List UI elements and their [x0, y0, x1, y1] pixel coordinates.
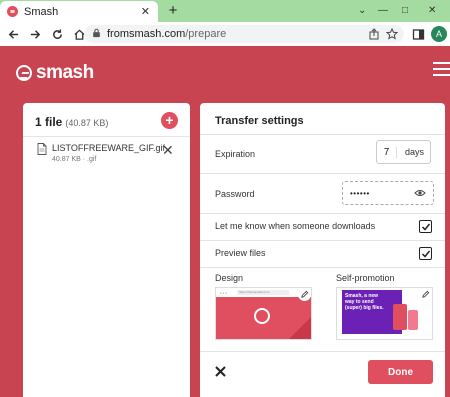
files-panel: 1 file (40.87 KB) + LISTOFFREEWARE_GIF.gi… [23, 103, 190, 397]
mini-dots: ● ● ● [220, 291, 228, 295]
design-corner [289, 317, 311, 339]
maximize-icon[interactable]: □ [402, 5, 408, 16]
forward-icon [30, 29, 40, 39]
file-name: LISTOFFREEWARE_GIF.gif [52, 143, 166, 153]
promo-phone-small [408, 310, 418, 330]
divider [200, 134, 445, 135]
lock-icon[interactable] [92, 25, 101, 43]
hamburger-icon[interactable] [433, 62, 450, 76]
check-icon [421, 250, 430, 258]
url-domain: fromsmash.com [107, 28, 186, 40]
new-tab-button[interactable]: + [164, 2, 182, 20]
divider [200, 267, 445, 268]
smash-favicon-icon [7, 6, 18, 17]
list-item: LISTOFFREEWARE_GIF.gif 40.87 KB · .gif ✕ [37, 143, 182, 169]
promo-label: Self-promotion [336, 273, 395, 283]
password-value[interactable]: •••••• [350, 189, 414, 198]
reload-icon [52, 28, 62, 39]
add-file-button[interactable]: + [161, 112, 178, 129]
tab-title: Smash [24, 5, 59, 18]
file-icon [37, 143, 47, 155]
address-bar[interactable]: fromsmash.com/prepare [84, 25, 404, 43]
edit-design-icon[interactable] [298, 288, 311, 301]
divider [200, 240, 445, 241]
files-count: 1 file [35, 115, 63, 129]
sidebar-icon[interactable] [412, 28, 425, 41]
edit-promo-icon[interactable] [419, 288, 432, 301]
smash-logo[interactable]: smash [16, 62, 94, 84]
smash-logo-icon [16, 65, 32, 81]
password-field[interactable]: •••••• [342, 181, 434, 205]
expiration-label: Expiration [215, 149, 256, 159]
browser-tab[interactable]: Smash ✕ [0, 1, 158, 22]
logo-text: smash [36, 62, 94, 83]
divider [200, 173, 445, 174]
eye-icon[interactable] [414, 189, 426, 197]
url-path: /prepare [185, 28, 227, 40]
expiration-value[interactable]: 7 [377, 146, 397, 158]
files-total-size: (40.87 KB) [65, 118, 109, 128]
preview-checkbox[interactable] [419, 247, 432, 260]
window-close-icon[interactable]: ✕ [428, 5, 436, 16]
back-icon [8, 29, 18, 39]
minimize-icon[interactable]: — [378, 5, 388, 16]
tab-search-icon[interactable]: ⌄ [358, 5, 366, 16]
star-icon[interactable] [386, 28, 398, 40]
design-logo-icon [254, 308, 270, 324]
share-icon[interactable] [368, 28, 380, 40]
tab-close-icon[interactable]: ✕ [141, 5, 150, 18]
files-divider [23, 136, 190, 137]
password-label: Password [215, 189, 255, 199]
url-text: fromsmash.com/prepare [107, 28, 226, 40]
transfer-settings-panel: Transfer settings Expiration 7 days Pass… [200, 103, 445, 397]
notify-label: Let me know when someone downloads [215, 221, 376, 231]
design-mini-bar: ● ● ● https://fromsmash.com [216, 288, 311, 297]
divider [200, 213, 445, 214]
promo-text: Smash, a new way to send (super) big fil… [345, 293, 384, 311]
close-icon[interactable] [214, 365, 227, 378]
reload-button[interactable] [48, 25, 66, 43]
preview-label: Preview files [215, 248, 266, 258]
profile-avatar[interactable]: A [431, 26, 447, 42]
expiration-unit: days [405, 147, 425, 157]
expiration-field[interactable]: 7 days [376, 140, 431, 164]
notify-checkbox[interactable] [419, 220, 432, 233]
settings-title: Transfer settings [215, 115, 304, 127]
promo-phone [393, 304, 407, 330]
remove-file-icon[interactable]: ✕ [162, 143, 174, 157]
footer-divider [200, 351, 445, 352]
file-meta: 40.87 KB · .gif [52, 156, 97, 163]
back-button[interactable] [4, 25, 22, 43]
files-header: 1 file (40.87 KB) [35, 115, 108, 129]
forward-button[interactable] [26, 25, 44, 43]
done-button[interactable]: Done [368, 360, 433, 384]
browser-tab-bar: Smash ✕ + ⌄ — □ ✕ [0, 0, 450, 22]
design-mini-url: https://fromsmash.com [237, 290, 289, 295]
design-label: Design [215, 273, 244, 283]
check-icon [421, 223, 430, 231]
